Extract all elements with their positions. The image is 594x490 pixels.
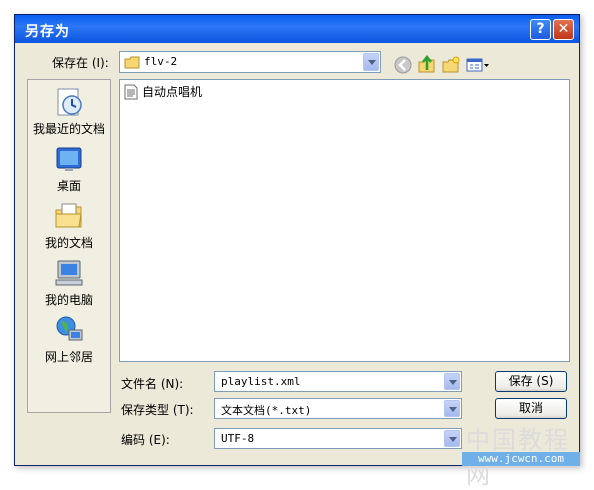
place-desktop[interactable]: 桌面 [28,143,110,194]
my-documents-icon [55,203,82,228]
filetype-value: 文本文档(*.txt) [221,404,312,417]
watermark-url: www.jcwcn.com [462,452,580,466]
encoding-label: 编码 (E): [121,433,170,447]
place-label: 我的电脑 [44,293,93,307]
title-bar: 另存为 ? ✕ [15,15,579,43]
cancel-button[interactable]: 取消 [495,398,567,419]
desktop-icon [56,147,82,171]
help-button[interactable]: ? [530,19,551,40]
place-network-places[interactable]: 网上邻居 [28,314,110,365]
place-label: 桌面 [56,179,81,193]
network-places-icon [56,316,83,341]
place-my-documents[interactable]: 我的文档 [28,200,110,251]
up-folder-icon[interactable] [417,55,437,75]
back-icon[interactable] [393,55,413,75]
filetype-label: 保存类型 (T): [121,403,194,417]
recent-documents-icon [57,88,82,116]
chevron-down-icon[interactable] [363,53,379,71]
close-button[interactable]: ✕ [553,19,574,40]
encoding-select[interactable]: UTF-8 [214,428,462,449]
chevron-down-icon[interactable] [444,373,460,390]
new-folder-icon[interactable] [441,55,461,75]
encoding-value: UTF-8 [221,432,255,445]
folder-icon [124,56,140,69]
place-recent-documents[interactable]: 我最近的文档 [28,86,110,137]
places-bar: 我最近的文档 桌面 我的文档 我的电脑 网上邻居 [27,79,111,413]
place-label: 我最近的文档 [32,122,105,136]
save-in-combo[interactable]: flv-2 [119,51,381,73]
file-name: 自动点唱机 [142,85,203,99]
list-item[interactable]: 自动点唱机 [124,83,202,100]
save-in-label: 保存在 (I): [52,56,109,70]
chevron-down-icon[interactable] [444,400,460,417]
my-computer-icon [55,260,83,286]
filename-field[interactable]: playlist.xml [214,371,462,392]
filetype-select[interactable]: 文本文档(*.txt) [214,398,462,419]
save-in-value: flv-2 [144,55,178,68]
dialog-title: 另存为 [25,24,70,40]
filename-value: playlist.xml [221,375,301,388]
save-button[interactable]: 保存 (S) [495,371,567,392]
file-list[interactable]: 自动点唱机 [119,79,570,362]
views-menu-icon[interactable] [465,55,491,75]
filename-label: 文件名 (N): [121,377,184,391]
text-file-icon [124,84,138,99]
place-label: 网上邻居 [44,350,93,364]
save-as-dialog: 另存为 ? ✕ 保存在 (I): flv-2 我最近的文档 桌面 我的文档 我的… [14,14,580,466]
place-my-computer[interactable]: 我的电脑 [28,257,110,308]
place-label: 我的文档 [44,236,93,250]
chevron-down-icon[interactable] [444,430,460,447]
